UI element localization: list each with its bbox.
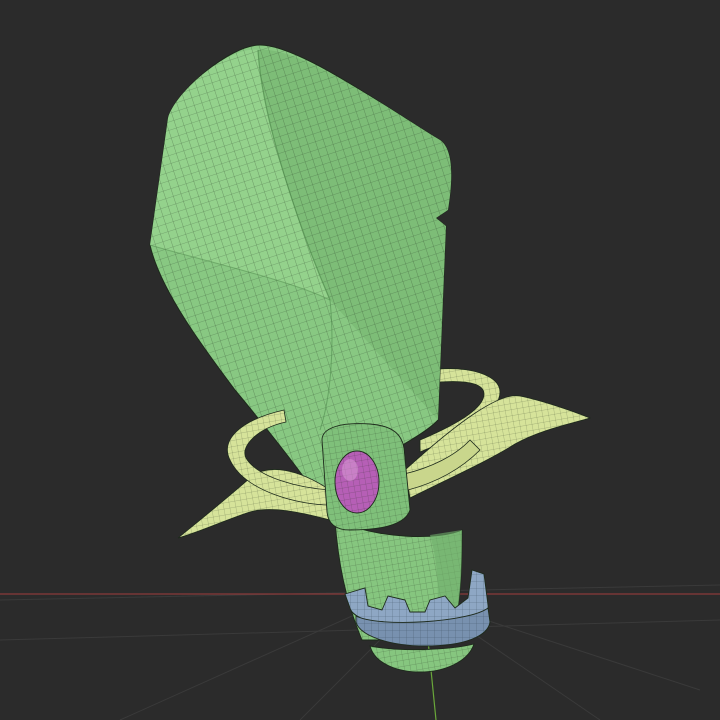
- blade: [149, 44, 452, 501]
- viewport-canvas[interactable]: [0, 0, 720, 720]
- pommel: [369, 643, 475, 673]
- gem: [334, 450, 380, 514]
- 3d-viewport[interactable]: [0, 0, 720, 720]
